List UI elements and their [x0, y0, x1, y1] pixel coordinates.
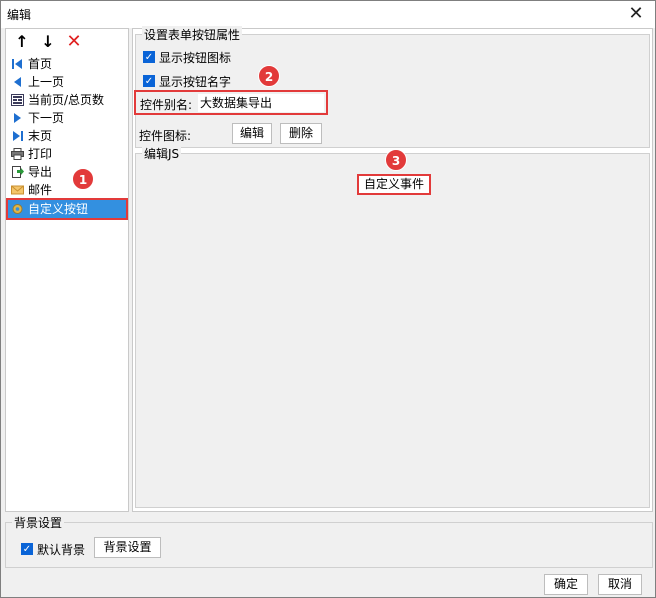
edit-dialog: 编辑 ✕ ↑ ↓ ✕ 首页 上一页 当前页/总页数 下一页 末页 打印 导出 邮…: [0, 0, 656, 598]
list-item-custom-button[interactable]: 自定义按钮: [6, 198, 128, 220]
background-settings-button[interactable]: 背景设置: [94, 537, 161, 558]
move-down-icon[interactable]: ↓: [38, 32, 58, 52]
button-list-panel: ↑ ↓ ✕ 首页 上一页 当前页/总页数 下一页 末页 打印 导出 邮件 自定义…: [5, 28, 129, 512]
show-icon-label: 显示按钮图标: [159, 51, 232, 65]
list-item-first-page[interactable]: 首页: [8, 55, 126, 73]
list-item-print[interactable]: 打印: [8, 145, 126, 163]
ok-button[interactable]: 确定: [544, 574, 588, 595]
list-item-label: 当前页/总页数: [28, 93, 105, 107]
page-count-icon: [11, 94, 24, 106]
show-name-label: 显示按钮名字: [159, 75, 232, 89]
list-item-label: 末页: [28, 129, 53, 143]
default-background-label: 默认背景: [37, 543, 86, 557]
mail-icon: [11, 185, 24, 195]
button-properties-group: 设置表单按钮属性 ✓ 显示按钮图标 ✓ 显示按钮名字 控件别名: 大数据集导出 …: [134, 26, 650, 148]
last-page-icon: [13, 131, 23, 141]
list-toolbar: ↑ ↓ ✕: [6, 29, 128, 55]
background-settings-group: 背景设置 ✓ 默认背景 背景设置: [5, 514, 653, 568]
delete-icon-button[interactable]: 删除: [280, 123, 322, 144]
show-name-checkbox[interactable]: ✓: [143, 75, 155, 87]
annotation-badge-2: 2: [258, 65, 280, 87]
list-item-prev-page[interactable]: 上一页: [8, 73, 126, 91]
close-icon[interactable]: ✕: [625, 3, 647, 25]
list-item-label: 自定义按钮: [28, 202, 89, 216]
title-bar: 编辑 ✕: [1, 1, 655, 28]
dialog-title: 编辑: [7, 8, 32, 22]
first-page-icon: [12, 59, 22, 69]
list-item-label: 下一页: [28, 111, 65, 125]
button-properties-legend: 设置表单按钮属性: [142, 26, 243, 43]
next-page-icon: [14, 113, 21, 123]
list-item-label: 首页: [28, 57, 53, 71]
list-item-label: 上一页: [28, 75, 65, 89]
print-icon: [11, 148, 24, 160]
list-item-mail[interactable]: 邮件: [8, 181, 126, 199]
export-icon: [12, 166, 24, 178]
list-item-last-page[interactable]: 末页: [8, 127, 126, 145]
alias-input[interactable]: 大数据集导出: [198, 94, 324, 112]
list-item-page-count[interactable]: 当前页/总页数: [8, 91, 126, 109]
list-item-label: 打印: [28, 147, 53, 161]
list-item-label: 邮件: [28, 183, 53, 197]
edit-js-legend: 编辑JS: [142, 145, 182, 162]
gear-icon: [12, 204, 23, 214]
list-item-label: 导出: [28, 165, 53, 179]
show-icon-checkbox[interactable]: ✓: [143, 51, 155, 63]
list-item-export[interactable]: 导出: [8, 163, 126, 181]
edit-js-group: 编辑JS 自定义事件: [135, 145, 650, 508]
delete-icon[interactable]: ✕: [64, 32, 84, 52]
default-background-checkbox[interactable]: ✓: [21, 543, 33, 555]
annotation-badge-1: 1: [72, 168, 94, 190]
background-legend: 背景设置: [12, 514, 65, 531]
icon-label: 控件图标:: [139, 129, 192, 143]
prev-page-icon: [14, 77, 21, 87]
cancel-button[interactable]: 取消: [598, 574, 642, 595]
alias-label: 控件别名:: [140, 98, 193, 112]
annotation-badge-3: 3: [385, 149, 407, 171]
move-up-icon[interactable]: ↑: [12, 32, 32, 52]
custom-event-button[interactable]: 自定义事件: [357, 174, 431, 195]
list-item-next-page[interactable]: 下一页: [8, 109, 126, 127]
alias-field-highlight: 控件别名: 大数据集导出: [134, 90, 328, 115]
properties-panel: 设置表单按钮属性 ✓ 显示按钮图标 ✓ 显示按钮名字 控件别名: 大数据集导出 …: [132, 26, 653, 512]
edit-icon-button[interactable]: 编辑: [232, 123, 272, 144]
